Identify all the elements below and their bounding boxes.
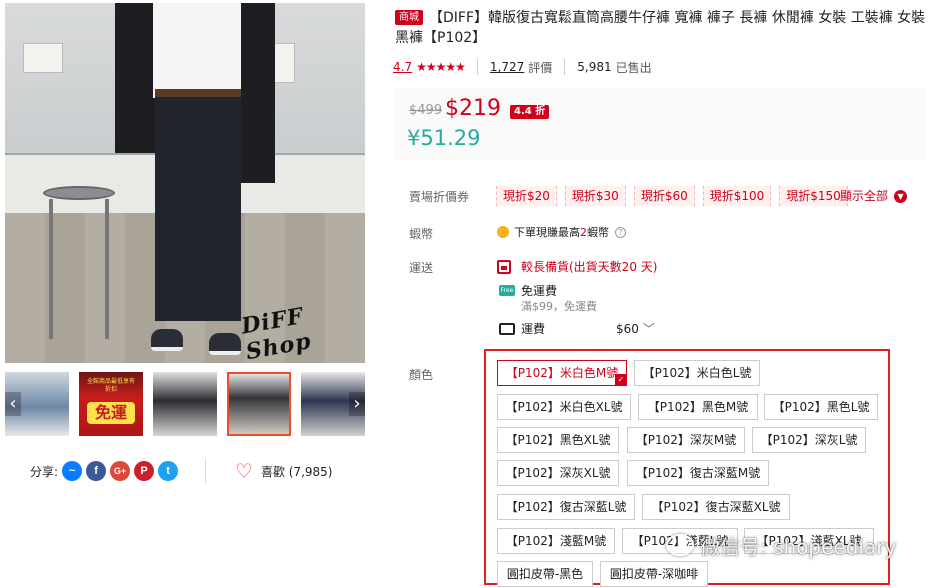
chevron-down-icon: ▼ [894,189,908,203]
jeans [155,91,241,321]
current-price: $219 [445,96,501,121]
shipping-fee-row: 運費 [499,320,545,337]
thumbnail-strip: 全館商品最低享有折扣 免運 ‹ › [5,372,365,438]
mall-badge: 商城 [395,10,423,25]
help-icon[interactable]: ? [615,226,626,238]
original-price: $499 [409,103,443,118]
thumbnail-active[interactable] [227,372,291,436]
review-count[interactable]: 1,727 [490,60,524,74]
variant-option[interactable]: 【P102】淺藍M號 [497,528,615,554]
voucher-chip[interactable]: 現折$20 [496,186,557,206]
coin-icon [497,226,509,238]
star-rating-icon: ★★★★★ [416,60,466,74]
variant-option[interactable]: 【P102】復古深藍XL號 [642,494,790,520]
rating-row: 4.7 ★★★★★ 1,727 評價 5,981 已售出 [393,58,652,76]
thumbnail[interactable] [153,372,217,436]
facebook-icon[interactable]: f [86,461,107,481]
twitter-icon[interactable]: t [158,461,179,481]
variant-option[interactable]: 【P102】米白色L號 [634,360,760,386]
google-plus-icon[interactable]: G+ [110,461,131,481]
thumbnail-promo[interactable]: 全館商品最低享有折扣 免運 [79,372,143,436]
like-label: 喜歡 (7,985) [260,464,333,479]
shipping-fee-dropdown[interactable]: $60 ﹀ [616,320,655,337]
variant-option[interactable]: 【P102】深灰L號 [752,427,866,453]
variant-option[interactable]: 【P102】深灰M號 [627,427,745,453]
free-shipping-icon: Free [499,285,515,296]
voucher-chip[interactable]: 現折$60 [633,186,695,206]
variant-option[interactable]: 【P102】黑色M號 [638,394,758,420]
truck-icon [499,322,515,335]
variant-option[interactable]: 【P102】黑色XL號 [497,427,619,453]
share-bar: 分享: ~ f G+ P t [30,460,182,482]
sold-label: 已售出 [615,60,652,75]
product-title: 商城 【DIFF】韓版復古寬鬆直筒高腰牛仔褲 寬褲 褲子 長褲 休閒褲 女裝 工裝… [395,8,935,48]
calendar-icon [497,259,511,274]
coins-label: 蝦幣 [409,227,434,241]
pinterest-icon[interactable]: P [134,461,155,481]
review-label: 評價 [528,60,553,75]
show-all-vouchers-button[interactable]: 顯示全部 ▼ [840,186,908,206]
variant-option[interactable]: 圓扣皮帶-深咖啡 [600,561,708,587]
variant-option[interactable]: 【P102】深灰XL號 [497,460,619,486]
variant-option[interactable]: 圓扣皮帶-黑色 [497,561,593,587]
voucher-chip[interactable]: 現折$30 [564,186,626,206]
messenger-icon[interactable]: ~ [62,461,83,481]
variant-option[interactable]: 【P102】米白色M號 [497,360,627,386]
variant-option[interactable]: 【P102】復古深藍L號 [497,494,635,520]
rmb-price: ¥51.29 [407,126,481,150]
heart-icon: ♡ [235,459,253,483]
chevron-left-icon[interactable]: ‹ [5,392,21,416]
main-product-image[interactable]: DiFF Shop [5,3,365,363]
voucher-label: 賣場折價券 [409,190,470,204]
coins-info: 下單現賺最高 2 蝦幣 ? [497,224,626,240]
wall-poster [23,43,63,73]
variant-option[interactable]: 【P102】復古深藍M號 [627,460,769,486]
wechat-watermark: 微信号: shopeediary [666,530,896,560]
variant-option[interactable]: 【P102】黑色L號 [764,394,878,420]
rating-score[interactable]: 4.7 [393,60,412,74]
share-label: 分享: [30,464,59,479]
chevron-down-icon: ﹀ [642,322,655,336]
preorder-notice: 較長備貨(出貨天數20 天) [497,258,657,275]
voucher-chip[interactable]: 現折$100 [702,186,772,206]
wechat-icon [666,534,694,556]
product-title-text: 【DIFF】韓版復古寬鬆直筒高腰牛仔褲 寬褲 褲子 長褲 休閒褲 女裝 工裝褲 … [395,10,926,46]
free-shipping: Free 免運費 [499,284,558,298]
shipping-label: 運送 [409,261,434,275]
variant-option[interactable]: 【P102】米白色XL號 [497,394,631,420]
stool [43,186,115,200]
chevron-right-icon[interactable]: › [349,392,365,416]
voucher-chip[interactable]: 現折$150 [779,186,848,206]
price-box: $499 $219 4.4 折 ¥51.29 [395,88,925,160]
free-shipping-condition: 滿$99，免運費 [521,300,597,313]
variant-label: 顏色 [409,368,434,382]
like-button[interactable]: ♡ 喜歡 (7,985) [235,460,332,482]
sold-count: 5,981 [577,60,612,74]
voucher-list: 現折$20 現折$30 現折$60 現折$100 現折$150 [496,186,856,206]
discount-badge: 4.4 折 [510,105,550,119]
